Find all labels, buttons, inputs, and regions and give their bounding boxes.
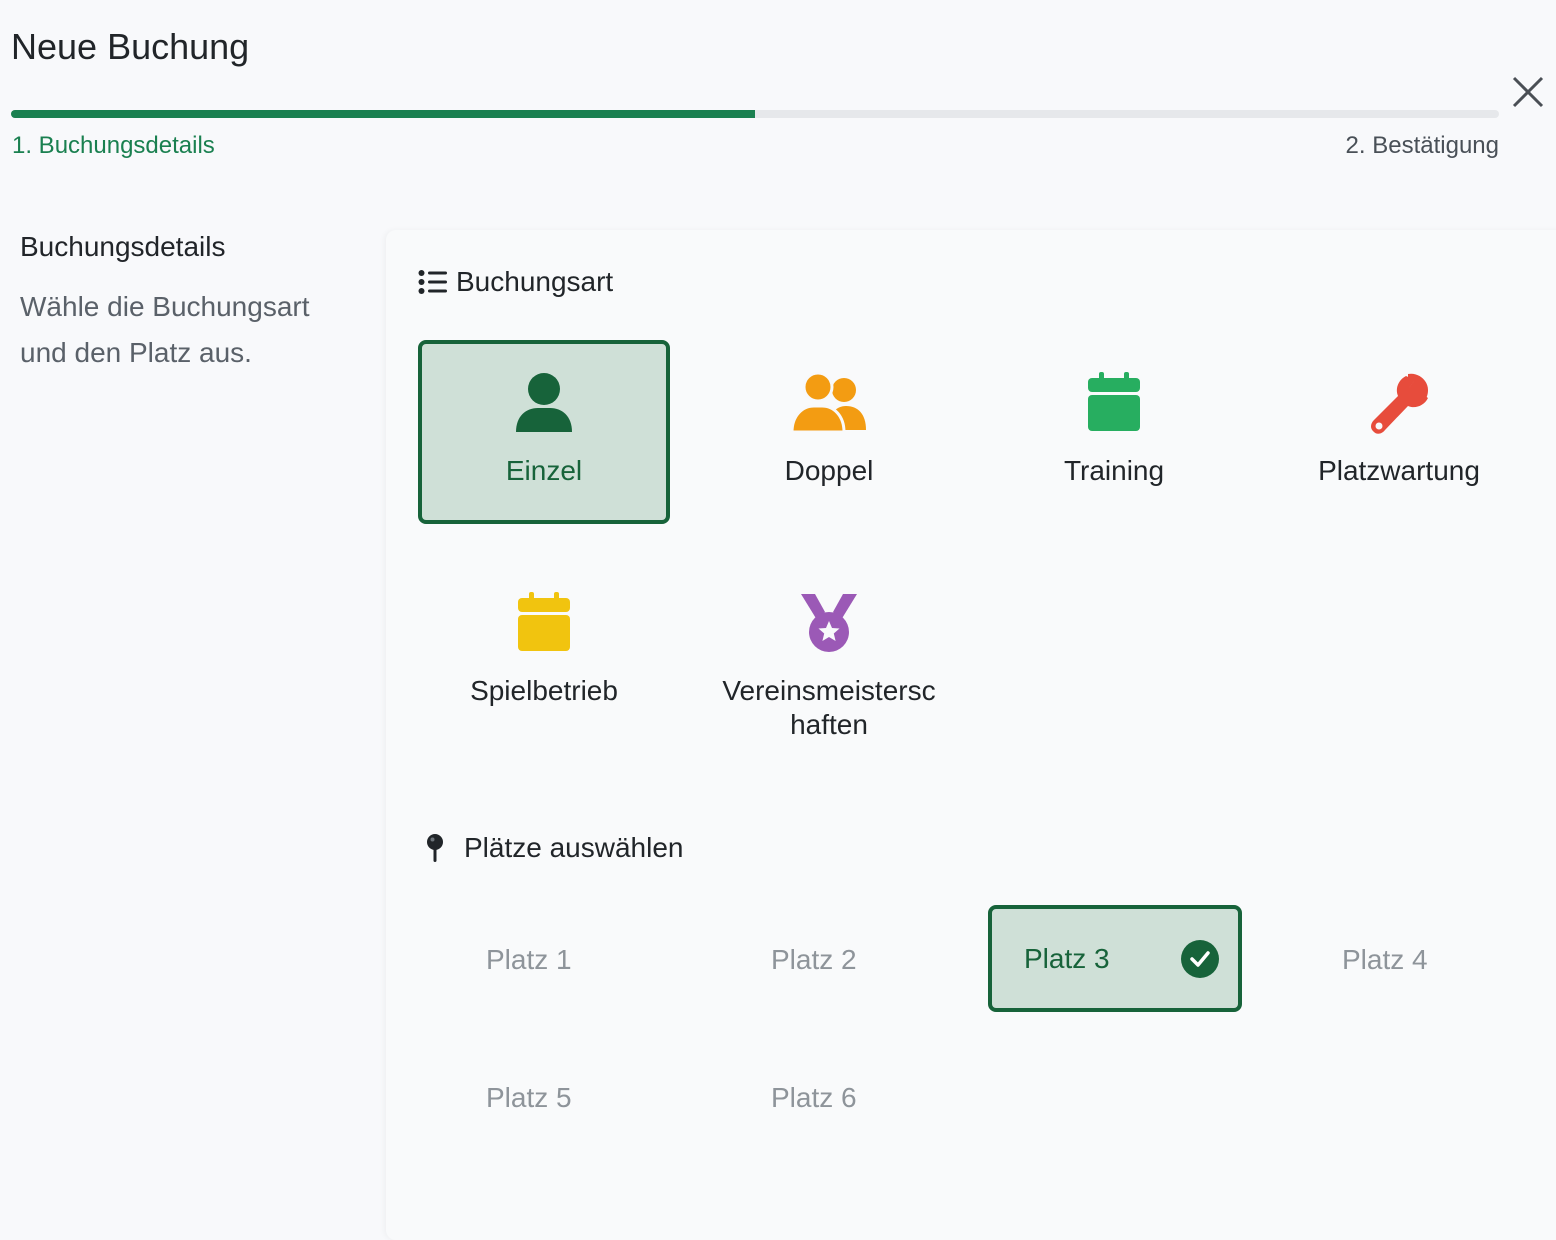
booking-type-training[interactable]: Training <box>988 340 1240 524</box>
court-label: Platz 5 <box>486 1081 572 1113</box>
medal-icon <box>801 594 857 652</box>
booking-type-label: Training <box>1063 455 1165 486</box>
user-icon <box>516 373 572 432</box>
court-label: Platz 4 <box>1342 943 1428 975</box>
wrench-icon <box>1371 373 1428 434</box>
booking-type-label: Einzel <box>505 455 583 486</box>
booking-type-spielbetrieb[interactable]: Spielbetrieb <box>418 560 670 744</box>
calendar-icon <box>1088 372 1140 431</box>
court-option[interactable]: Platz 5 <box>418 1044 672 1151</box>
booking-type-label: Spielbetrieb <box>470 675 618 706</box>
progress-bar <box>11 110 1499 118</box>
sidebar-description: Wähle die Buchungsart und den Platz aus. <box>20 291 310 368</box>
booking-type-vereinsmeisterschaften[interactable]: Vereinsmeisterschaften <box>703 560 955 744</box>
court-label: Platz 1 <box>486 943 572 975</box>
court-label: Platz 2 <box>771 943 857 975</box>
map-pin-icon <box>424 833 446 863</box>
booking-type-label: Platzwartung <box>1318 455 1480 486</box>
booking-type-doppel[interactable]: Doppel <box>703 340 955 524</box>
check-circle-icon <box>1180 939 1220 986</box>
step-2-label: 2. Bestätigung <box>1345 132 1499 159</box>
booking-type-label: Doppel <box>784 455 874 486</box>
list-icon <box>418 269 448 295</box>
close-icon <box>1512 76 1544 108</box>
court-option[interactable]: Platz 1 <box>418 906 672 1013</box>
booking-type-einzel[interactable]: Einzel <box>418 340 670 524</box>
courts-heading-text: Plätze auswählen <box>464 832 684 863</box>
court-label: Platz 3 <box>1024 942 1110 974</box>
close-button[interactable] <box>1510 74 1548 112</box>
progress-bar-fill <box>11 110 755 118</box>
booking-type-label: Vereinsmeisterschaften <box>722 675 936 740</box>
booking-type-heading: Buchungsart <box>418 266 613 298</box>
court-option[interactable]: Platz 3 <box>988 905 1242 1012</box>
dialog-title: Neue Buchung <box>11 26 250 67</box>
step-1-label: 1. Buchungsdetails <box>12 132 215 159</box>
sidebar-title: Buchungsdetails <box>20 231 226 262</box>
court-label: Platz 6 <box>771 1081 857 1113</box>
users-icon <box>792 372 866 432</box>
courts-heading: Plätze auswählen <box>424 832 683 864</box>
court-option[interactable]: Platz 2 <box>703 906 957 1013</box>
court-option[interactable]: Platz 6 <box>703 1044 957 1151</box>
calendar-icon <box>518 592 570 651</box>
booking-type-platzwartung[interactable]: Platzwartung <box>1273 340 1525 524</box>
booking-type-heading-text: Buchungsart <box>456 266 614 297</box>
court-option[interactable]: Platz 4 <box>1274 906 1528 1013</box>
